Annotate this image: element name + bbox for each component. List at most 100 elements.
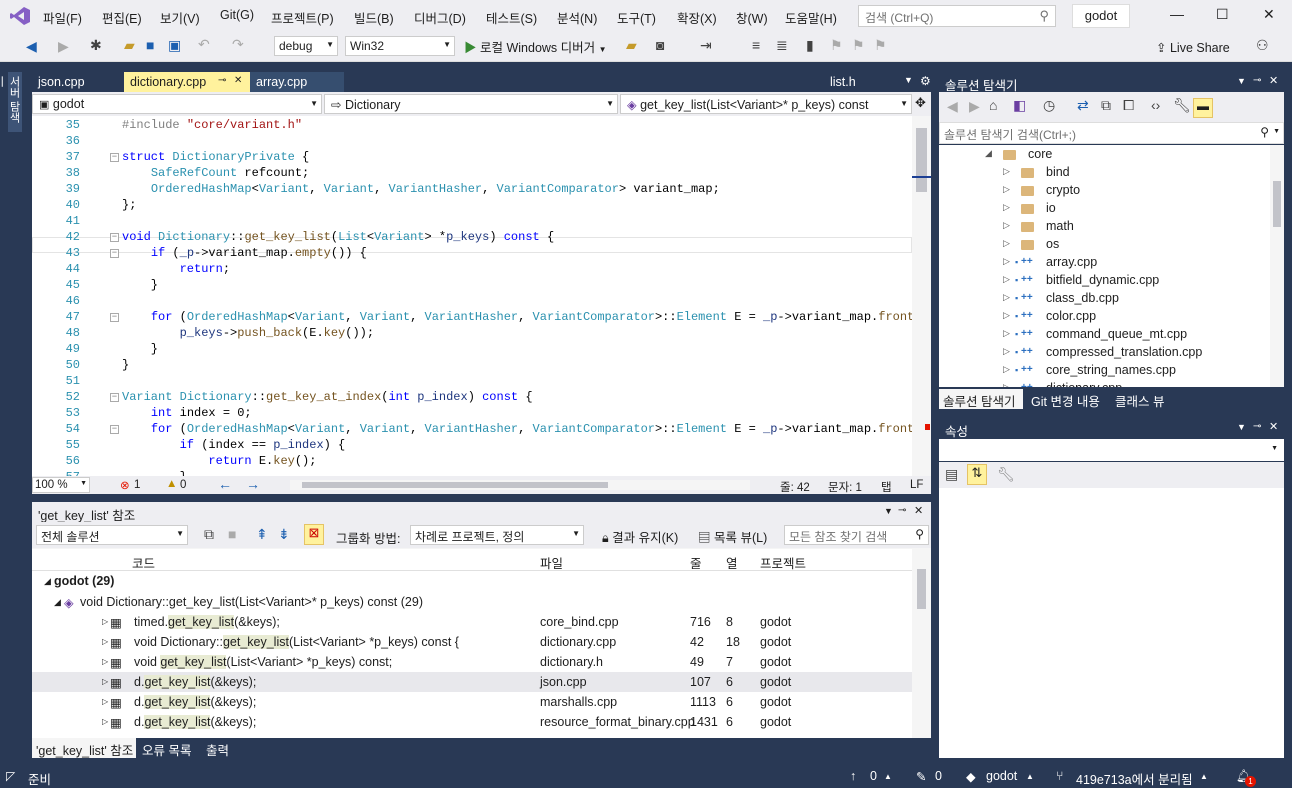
menu-item-11[interactable]: 창(W) (736, 8, 768, 27)
menu-item-0[interactable]: 파일(F) (43, 8, 82, 27)
menu-item-5[interactable]: 빌드(B) (354, 8, 394, 27)
tab-error-list[interactable]: 오류 목록 (142, 740, 191, 759)
fold-toggle-icon[interactable]: − (110, 313, 119, 322)
tree-scrollbar[interactable] (1270, 145, 1284, 387)
repo-icon[interactable]: ◆ (966, 769, 976, 784)
split-icon[interactable]: ✥ (915, 95, 926, 111)
error-icon[interactable]: ⊗ (120, 478, 130, 492)
tab-class-view[interactable]: 클래스 뷰 (1115, 391, 1164, 410)
start-debugging-button[interactable]: ▶ 로컬 Windows 디버거 ▼ (464, 37, 607, 56)
reference-row[interactable]: ▷ ▦ void get_key_list(List<Variant> *p_key… (32, 652, 912, 672)
pin-icon[interactable]: ⊸ (1253, 421, 1261, 432)
menu-item-12[interactable]: 도움말(H) (785, 8, 837, 27)
column-col[interactable]: 열 (726, 553, 738, 572)
switch-view-icon[interactable]: ◧ (1013, 97, 1026, 114)
clear-filter-icon[interactable]: ⊠ (304, 524, 324, 545)
scope-select[interactable]: 전체 솔루션 ▼ (36, 525, 188, 545)
preview-icon[interactable]: ▬ (1193, 98, 1213, 118)
redo-icon[interactable]: ↷ (232, 36, 244, 53)
property-pages-icon[interactable]: 🔧︎ (997, 466, 1015, 483)
pin-icon[interactable]: ⊸ (898, 505, 906, 516)
browser-icon[interactable]: ◙ (656, 37, 664, 53)
expand-icon[interactable]: ▷ (102, 717, 108, 726)
close-window-button[interactable]: ✕ (1263, 6, 1275, 23)
next-location-icon[interactable]: ⇟ (278, 526, 290, 543)
home-icon[interactable]: ⌂ (989, 97, 997, 113)
show-all-files-icon[interactable]: ⧠ (1123, 97, 1134, 114)
search-input[interactable]: 검색 (Ctrl+Q) ⚲ (858, 5, 1056, 27)
collapse-icon[interactable]: ◢ (44, 576, 51, 587)
menu-item-10[interactable]: 확장(X) (677, 8, 717, 27)
collapse-all-icon[interactable]: ⧉ (1101, 97, 1111, 114)
horizontal-scrollbar[interactable] (290, 480, 750, 490)
scroll-thumb[interactable] (916, 128, 927, 192)
scroll-thumb[interactable] (917, 569, 926, 609)
menu-item-2[interactable]: 보기(V) (160, 8, 200, 27)
tab-output[interactable]: 출력 (206, 740, 229, 759)
menu-item-8[interactable]: 분석(N) (557, 8, 597, 27)
forward-icon[interactable]: ▶ (58, 38, 69, 55)
panel-dropdown-icon[interactable]: ▼ (1237, 422, 1246, 432)
alphabetical-icon[interactable]: ⇅ (967, 464, 987, 485)
hscroll-thumb[interactable] (302, 482, 608, 488)
collapse-icon[interactable]: ◢ (54, 597, 61, 608)
reference-row[interactable]: ▷ ▦ timed.get_key_list(&keys); core_bind.cp… (32, 612, 912, 632)
tab-dictionary-cpp[interactable]: dictionary.cpp ⊸ ✕ (124, 72, 250, 92)
save-all-icon[interactable]: ▣ (168, 37, 181, 54)
back-icon[interactable]: ◀ (947, 98, 958, 115)
menu-item-1[interactable]: 편집(E) (102, 8, 142, 27)
bookmark-icon[interactable]: ▮ (806, 37, 814, 54)
feedback-icon[interactable]: ⚇ (1256, 37, 1269, 54)
prev-issue-icon[interactable]: ← (218, 476, 232, 492)
member-nav-select[interactable]: ◈ get_key_list(List<Variant>* p_keys) co… (620, 94, 912, 114)
menu-item-7[interactable]: 테스트(S) (486, 8, 537, 27)
reference-row[interactable]: ▷ ▦ d.get_key_list(&keys); json.cpp 107 6 godo… (32, 672, 912, 692)
open-folder-icon[interactable]: ▰ (124, 37, 135, 54)
new-project-icon[interactable]: ✱ (90, 37, 102, 54)
repo-name[interactable]: godot (986, 769, 1017, 783)
close-panel-icon[interactable]: ✕ (914, 504, 923, 517)
expand-icon[interactable]: ▷ (102, 617, 108, 626)
pin-icon[interactable]: ⊸ (218, 75, 226, 86)
branch-icon[interactable]: ⑂ (1056, 769, 1064, 783)
configuration-select[interactable]: debug ▼ (274, 36, 338, 56)
fold-toggle-icon[interactable]: − (110, 233, 119, 242)
live-share-button[interactable]: ⇪ Live Share (1156, 40, 1230, 55)
prev-location-icon[interactable]: ⇞ (256, 526, 268, 543)
reference-row[interactable]: ▷ ▦ void Dictionary::get_key_list(List<Var… (32, 632, 912, 652)
class-nav-select[interactable]: ⇨ Dictionary ▼ (324, 94, 618, 114)
tab-list-h[interactable]: list.h (824, 72, 884, 92)
sync-icon[interactable]: ⇄ (1077, 97, 1089, 114)
forward-icon[interactable]: ▶ (969, 98, 980, 115)
tab-references[interactable]: 'get_key_list' 참조 (32, 738, 136, 758)
reference-row[interactable]: ▷ ▦ d.get_key_list(&keys); resource_format_… (32, 712, 912, 732)
group-by-select[interactable]: 차례로 프로젝트, 정의 ▼ (410, 525, 584, 545)
expand-icon[interactable]: ▷ (102, 677, 108, 686)
references-search-input[interactable]: 모든 참조 찾기 검색 ⚲ (784, 525, 929, 545)
next-bookmark-icon[interactable]: ⚑ (852, 37, 865, 54)
expand-icon[interactable]: ▷ (102, 697, 108, 706)
tab-json-cpp[interactable]: json.cpp (32, 72, 124, 92)
server-explorer-tab[interactable]: 서버 탐색기 (0, 72, 22, 132)
minimize-button[interactable]: — (1170, 6, 1184, 22)
tab-dropdown-icon[interactable]: ▼ (904, 75, 913, 85)
step-icon[interactable]: ⇥ (700, 37, 712, 54)
settings-gear-icon[interactable]: ⚙ (920, 74, 931, 88)
column-file[interactable]: 파일 (540, 553, 563, 572)
panel-dropdown-icon[interactable]: ▼ (884, 506, 893, 516)
keep-results-button[interactable]: 🔒︎ 결과 유지(K) (602, 527, 678, 546)
column-code[interactable]: 코드 (132, 553, 155, 572)
comment-icon[interactable]: ≡ (752, 37, 760, 53)
menu-item-4[interactable]: 프로젝트(P) (271, 8, 334, 27)
tab-solution-explorer[interactable]: 솔루션 탐색기 (939, 389, 1023, 409)
menu-item-6[interactable]: 디버그(D) (414, 8, 466, 27)
list-view-button[interactable]: ▤ 목록 뷰(L) (698, 527, 767, 546)
tab-array-cpp[interactable]: array.cpp (250, 72, 344, 92)
tab-git-changes[interactable]: Git 변경 내용 (1031, 391, 1100, 410)
column-line[interactable]: 줄 (690, 553, 702, 572)
warning-icon[interactable]: ▲ (166, 478, 177, 490)
view-code-icon[interactable]: ‹› (1151, 97, 1160, 113)
pencil-icon[interactable]: ✎ (916, 769, 926, 784)
reference-row[interactable]: ▷ ▦ d.get_key_list(&keys); marshalls.cpp 111… (32, 692, 912, 712)
clear-bookmarks-icon[interactable]: ⚑ (874, 37, 887, 54)
